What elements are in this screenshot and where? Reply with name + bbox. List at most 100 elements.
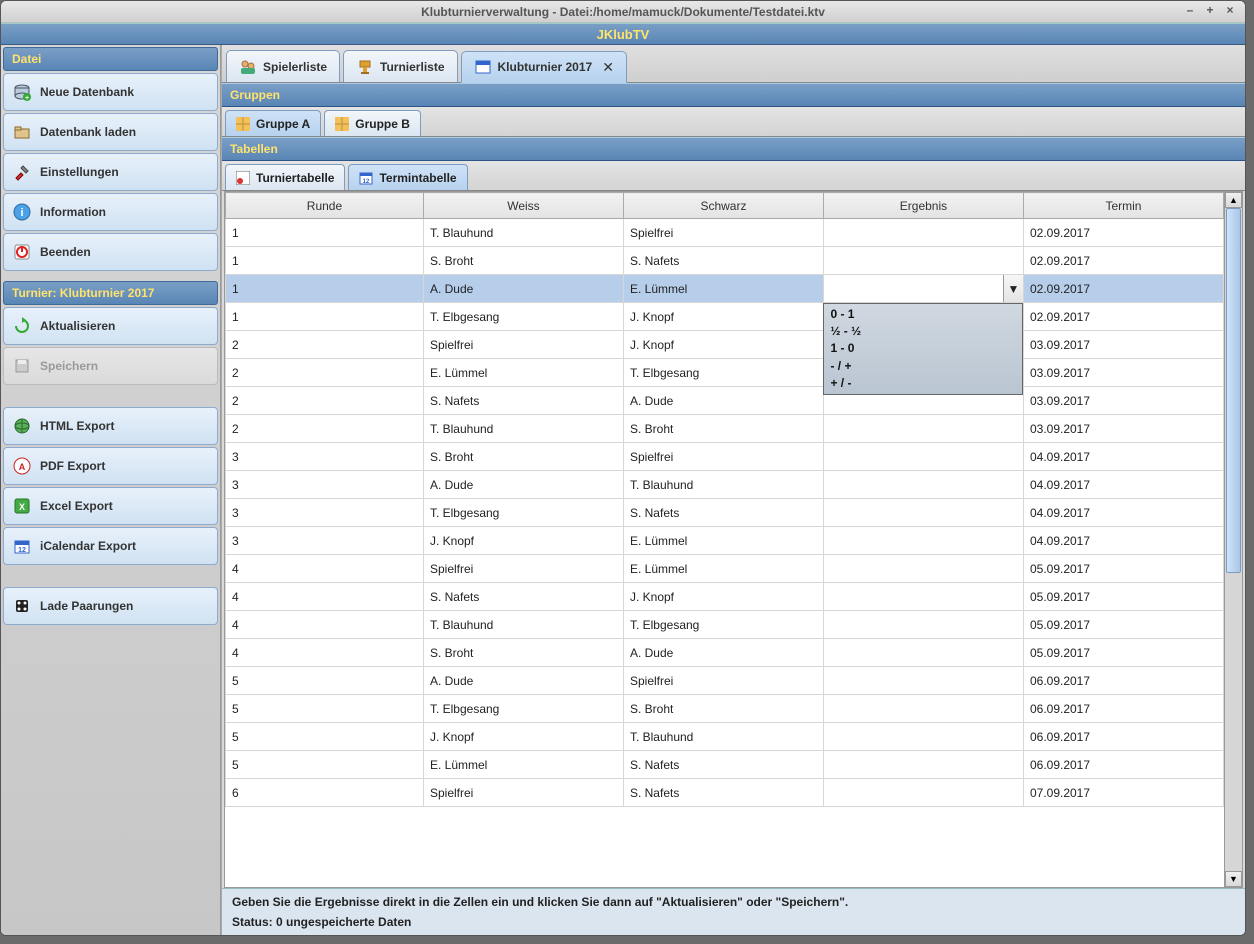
tab-klubturnier[interactable]: Klubturnier 2017 ✕ — [461, 51, 627, 83]
cell[interactable]: 1 — [226, 219, 424, 247]
cell[interactable]: S. Broht — [423, 247, 623, 275]
table-tab-schedule[interactable]: 12 Termintabelle — [348, 164, 467, 190]
result-cell[interactable] — [823, 751, 1023, 779]
dropdown-option[interactable]: - / + — [830, 358, 1016, 375]
table-row[interactable]: 3A. DudeT. Blauhund04.09.2017 — [226, 471, 1224, 499]
cell[interactable]: 06.09.2017 — [1023, 695, 1223, 723]
cell[interactable]: T. Elbgesang — [423, 499, 623, 527]
result-cell[interactable] — [823, 555, 1023, 583]
cell[interactable]: T. Elbgesang — [623, 359, 823, 387]
table-row[interactable]: 2E. LümmelT. Elbgesang03.09.2017 — [226, 359, 1224, 387]
cell[interactable]: A. Dude — [423, 275, 623, 303]
result-cell[interactable] — [823, 779, 1023, 807]
cell[interactable]: S. Broht — [623, 415, 823, 443]
cell[interactable]: Spielfrei — [423, 555, 623, 583]
cell[interactable]: Spielfrei — [423, 779, 623, 807]
icalendar-export-button[interactable]: 12 iCalendar Export — [3, 527, 218, 565]
cell[interactable]: 2 — [226, 331, 424, 359]
cell[interactable]: 02.09.2017 — [1023, 303, 1223, 331]
cell[interactable]: A. Dude — [423, 471, 623, 499]
table-tab-tournament[interactable]: Turniertabelle — [225, 164, 345, 190]
table-row[interactable]: 3J. KnopfE. Lümmel04.09.2017 — [226, 527, 1224, 555]
schedule-table[interactable]: RundeWeissSchwarzErgebnisTermin 1T. Blau… — [225, 192, 1224, 887]
cell[interactable]: 02.09.2017 — [1023, 219, 1223, 247]
table-row[interactable]: 1T. ElbgesangJ. Knopf02.09.2017 — [226, 303, 1224, 331]
cell[interactable]: 03.09.2017 — [1023, 359, 1223, 387]
cell[interactable]: S. Nafets — [623, 751, 823, 779]
result-cell[interactable] — [823, 667, 1023, 695]
cell[interactable]: 5 — [226, 751, 424, 779]
result-cell[interactable] — [823, 611, 1023, 639]
cell[interactable]: T. Blauhund — [623, 471, 823, 499]
cell[interactable]: E. Lümmel — [623, 555, 823, 583]
column-header[interactable]: Schwarz — [623, 193, 823, 219]
result-cell[interactable] — [823, 723, 1023, 751]
cell[interactable]: 2 — [226, 359, 424, 387]
cell[interactable]: 5 — [226, 723, 424, 751]
cell[interactable]: J. Knopf — [423, 723, 623, 751]
table-row[interactable]: 4T. BlauhundT. Elbgesang05.09.2017 — [226, 611, 1224, 639]
tab-turnierliste[interactable]: Turnierliste — [343, 50, 457, 82]
dropdown-arrow-icon[interactable]: ▼ — [1003, 275, 1023, 302]
save-button[interactable]: Speichern — [3, 347, 218, 385]
cell[interactable]: 07.09.2017 — [1023, 779, 1223, 807]
result-cell[interactable] — [823, 247, 1023, 275]
cell[interactable]: 04.09.2017 — [1023, 527, 1223, 555]
cell[interactable]: 4 — [226, 583, 424, 611]
table-row[interactable]: 5E. LümmelS. Nafets 06.09.2017 — [226, 751, 1224, 779]
cell[interactable]: S. Nafets — [623, 499, 823, 527]
cell[interactable]: J. Knopf — [623, 331, 823, 359]
scroll-down-icon[interactable]: ▼ — [1225, 871, 1242, 887]
result-cell[interactable] — [823, 499, 1023, 527]
cell[interactable]: 06.09.2017 — [1023, 667, 1223, 695]
cell[interactable]: S. Nafets — [623, 247, 823, 275]
cell[interactable]: Spielfrei — [423, 331, 623, 359]
table-row[interactable]: 4S. NafetsJ. Knopf05.09.2017 — [226, 583, 1224, 611]
cell[interactable]: 05.09.2017 — [1023, 555, 1223, 583]
cell[interactable]: 03.09.2017 — [1023, 387, 1223, 415]
cell[interactable]: T. Blauhund — [423, 219, 623, 247]
table-row[interactable]: 6SpielfreiS. Nafets07.09.2017 — [226, 779, 1224, 807]
cell[interactable]: 4 — [226, 639, 424, 667]
cell[interactable]: E. Lümmel — [623, 275, 823, 303]
table-row[interactable]: 2S. NafetsA. Dude03.09.2017 — [226, 387, 1224, 415]
dropdown-option[interactable]: + / - — [830, 375, 1016, 392]
cell[interactable]: J. Knopf — [623, 303, 823, 331]
cell[interactable]: 04.09.2017 — [1023, 443, 1223, 471]
column-header[interactable]: Ergebnis — [823, 193, 1023, 219]
cell[interactable]: S. Broht — [423, 639, 623, 667]
result-cell[interactable] — [823, 471, 1023, 499]
dropdown-option[interactable]: ½ - ½ — [830, 323, 1016, 340]
load-pairings-button[interactable]: Lade Paarungen — [3, 587, 218, 625]
cell[interactable]: 3 — [226, 527, 424, 555]
table-row[interactable]: 4SpielfreiE. Lümmel 05.09.2017 — [226, 555, 1224, 583]
cell[interactable]: S. Nafets — [623, 779, 823, 807]
result-cell[interactable] — [823, 527, 1023, 555]
cell[interactable]: 05.09.2017 — [1023, 639, 1223, 667]
group-tab-b[interactable]: Gruppe B — [324, 110, 421, 136]
new-database-button[interactable]: + Neue Datenbank — [3, 73, 218, 111]
dropdown-option[interactable]: 0 - 1 — [830, 306, 1016, 323]
settings-button[interactable]: Einstellungen — [3, 153, 218, 191]
cell[interactable]: A. Dude — [623, 639, 823, 667]
result-cell[interactable] — [823, 219, 1023, 247]
pdf-export-button[interactable]: A PDF Export — [3, 447, 218, 485]
cell[interactable]: T. Blauhund — [623, 723, 823, 751]
cell[interactable]: 04.09.2017 — [1023, 471, 1223, 499]
quit-button[interactable]: Beenden — [3, 233, 218, 271]
cell[interactable]: 5 — [226, 695, 424, 723]
cell[interactable]: T. Elbgesang — [423, 695, 623, 723]
cell[interactable]: 04.09.2017 — [1023, 499, 1223, 527]
information-button[interactable]: i Information — [3, 193, 218, 231]
html-export-button[interactable]: HTML Export — [3, 407, 218, 445]
tab-close-icon[interactable]: ✕ — [602, 59, 614, 76]
cell[interactable]: 02.09.2017 — [1023, 247, 1223, 275]
cell[interactable]: Spielfrei — [623, 443, 823, 471]
cell[interactable]: T. Elbgesang — [423, 303, 623, 331]
cell[interactable]: 4 — [226, 555, 424, 583]
cell[interactable]: E. Lümmel — [423, 751, 623, 779]
column-header[interactable]: Weiss — [423, 193, 623, 219]
cell[interactable]: 02.09.2017 — [1023, 275, 1223, 303]
cell[interactable]: 06.09.2017 — [1023, 751, 1223, 779]
table-row[interactable]: 1A. DudeE. Lümmel▼02.09.2017 — [226, 275, 1224, 303]
